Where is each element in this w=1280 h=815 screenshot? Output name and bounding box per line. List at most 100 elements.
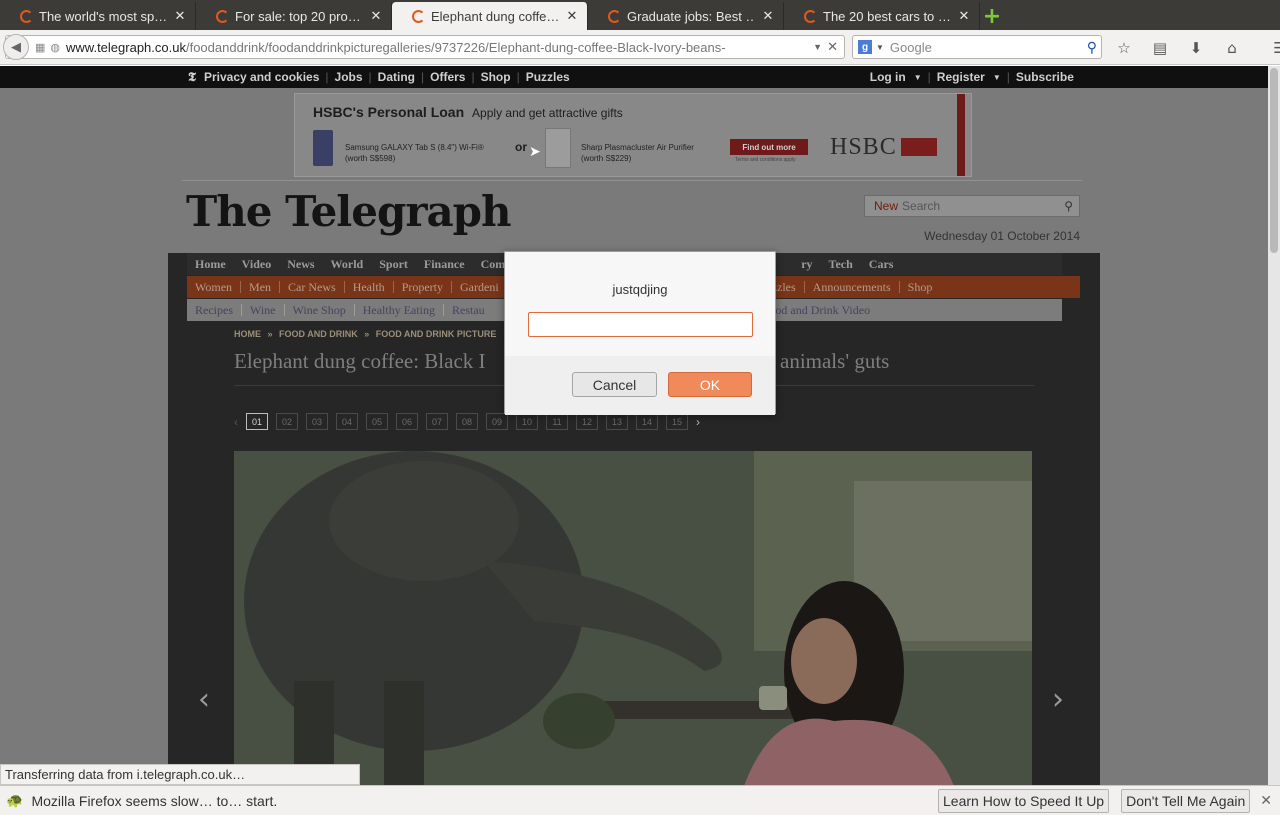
url-text[interactable]: www.telegraph.co.uk/foodanddrink/foodand…	[66, 40, 808, 55]
hsbc-ad-banner[interactable]: HSBC's Personal Loan Apply and get attra…	[294, 93, 972, 177]
site-search-icon[interactable]: ⚲	[1064, 199, 1073, 213]
menu-ry[interactable]: ry	[793, 257, 820, 272]
toplink-login[interactable]: Log in	[870, 70, 906, 84]
tab-close-icon[interactable]: ✕	[761, 8, 775, 24]
pager-next-icon[interactable]: ›	[696, 415, 700, 429]
tab-favicon-icon	[20, 9, 33, 23]
back-arrow-icon[interactable]: ◀	[3, 34, 29, 60]
breadcrumb-home[interactable]: HOME	[234, 329, 261, 339]
toplink-subscribe[interactable]: Subscribe	[1016, 70, 1074, 84]
toplink-puzzles[interactable]: Puzzles	[526, 70, 570, 84]
sub-healthy-eating[interactable]: Healthy Eating	[355, 303, 443, 318]
pager-prev-icon[interactable]: ‹	[234, 415, 238, 429]
browser-tab[interactable]: For sale: top 20 pro… ✕	[196, 2, 392, 30]
toplink-privacy[interactable]: Privacy and cookies	[204, 70, 319, 84]
engine-dropdown-icon[interactable]: ▼	[876, 43, 884, 52]
breadcrumb-food-drink[interactable]: FOOD AND DRINK	[279, 329, 358, 339]
home-icon[interactable]: ⌂	[1218, 34, 1246, 62]
dropdown-arrow-icon[interactable]: ▼	[813, 42, 822, 52]
status-bubble: Transferring data from i.telegraph.co.uk…	[0, 764, 360, 785]
search-bar[interactable]: g ▼ Google ⚲	[852, 35, 1102, 59]
register-dropdown-icon[interactable]: ▼	[993, 73, 1001, 82]
tab-bar: The world's most sp… ✕ For sale: top 20 p…	[0, 0, 1280, 30]
tab-close-icon[interactable]: ✕	[565, 8, 579, 24]
google-engine-icon[interactable]: g	[858, 40, 872, 54]
learn-speed-button[interactable]: Learn How to Speed It Up	[938, 788, 1110, 813]
browser-tab[interactable]: Graduate jobs: Best … ✕	[588, 2, 784, 30]
pager-page[interactable]: 10	[516, 413, 538, 430]
pager-page[interactable]: 12	[576, 413, 598, 430]
pager-page[interactable]: 15	[666, 413, 688, 430]
toplink-offers[interactable]: Offers	[430, 70, 465, 84]
prev-image-arrow-icon[interactable]: ‹	[198, 682, 210, 717]
tab-close-icon[interactable]: ✕	[173, 8, 187, 24]
menu-tech[interactable]: Tech	[821, 257, 861, 272]
gallery-photo[interactable]	[234, 451, 1032, 786]
sub-wine[interactable]: Wine	[242, 303, 284, 318]
section-health[interactable]: Health	[345, 280, 393, 295]
browser-tab[interactable]: The world's most sp… ✕	[0, 2, 196, 30]
new-tab-plus-icon[interactable]: +	[980, 2, 1004, 30]
pager-page[interactable]: 11	[546, 413, 568, 430]
pager-page[interactable]: 09	[486, 413, 508, 430]
reading-list-icon[interactable]: ▤	[1146, 34, 1174, 62]
section-women[interactable]: Women	[187, 280, 240, 295]
section-men[interactable]: Men	[241, 280, 279, 295]
menu-world[interactable]: World	[323, 257, 372, 272]
toplink-jobs[interactable]: Jobs	[335, 70, 363, 84]
download-icon[interactable]: ⬇	[1182, 34, 1210, 62]
toplink-dating[interactable]: Dating	[378, 70, 415, 84]
url-bar[interactable]: ◀ ▦ ◍ www.telegraph.co.uk/foodanddrink/f…	[3, 34, 845, 60]
hsbc-hexagon-icon	[901, 138, 937, 156]
scrollbar-thumb[interactable]	[1270, 68, 1278, 253]
login-dropdown-icon[interactable]: ▼	[914, 73, 922, 82]
cancel-button[interactable]: Cancel	[572, 372, 657, 397]
pager-page[interactable]: 02	[276, 413, 298, 430]
sub-restaurants[interactable]: Restau	[444, 303, 493, 318]
menu-cars[interactable]: Cars	[861, 257, 902, 272]
section-property[interactable]: Property	[394, 280, 451, 295]
page-identity-icon[interactable]: ▦	[35, 41, 45, 54]
toplink-register[interactable]: Register	[937, 70, 985, 84]
toplink-shop[interactable]: Shop	[481, 70, 511, 84]
menu-news[interactable]: News	[279, 257, 322, 272]
pager-page[interactable]: 03	[306, 413, 328, 430]
sub-wine-shop[interactable]: Wine Shop	[285, 303, 354, 318]
tab-close-icon[interactable]: ✕	[957, 8, 971, 24]
headline-end: animals' guts	[780, 349, 890, 373]
section-shop[interactable]: Shop	[900, 280, 941, 295]
browser-tab-active[interactable]: Elephant dung coffe… ✕	[392, 2, 588, 30]
pager-page[interactable]: 06	[396, 413, 418, 430]
section-car-news[interactable]: Car News	[280, 280, 344, 295]
page-scrollbar[interactable]	[1268, 66, 1280, 786]
notification-close-icon[interactable]: ✕	[1260, 792, 1272, 809]
menu-home[interactable]: Home	[187, 257, 234, 272]
menu-video[interactable]: Video	[234, 257, 280, 272]
stop-icon[interactable]: ✕	[827, 39, 838, 55]
dialog-text-input[interactable]	[528, 312, 753, 337]
pager-page[interactable]: 04	[336, 413, 358, 430]
pager-page[interactable]: 08	[456, 413, 478, 430]
telegraph-logo[interactable]: The Telegraph	[186, 187, 512, 236]
dont-tell-button[interactable]: Don't Tell Me Again	[1121, 788, 1251, 813]
site-search-input[interactable]: New Search ⚲	[864, 195, 1080, 217]
menu-icon[interactable]: ☰	[1266, 34, 1280, 62]
bookmark-star-icon[interactable]: ☆	[1110, 34, 1138, 62]
section-gardening[interactable]: Gardeni	[452, 280, 507, 295]
next-image-arrow-icon[interactable]: ›	[1052, 682, 1064, 717]
pager-page[interactable]: 13	[606, 413, 628, 430]
ad-cta-button[interactable]: Find out more	[730, 139, 808, 155]
magnifier-icon[interactable]: ⚲	[1087, 39, 1097, 56]
ok-button[interactable]: OK	[668, 372, 752, 397]
pager-page[interactable]: 07	[426, 413, 448, 430]
menu-sport[interactable]: Sport	[371, 257, 416, 272]
sub-recipes[interactable]: Recipes	[187, 303, 241, 318]
browser-tab[interactable]: The 20 best cars to … ✕	[784, 2, 980, 30]
breadcrumb-picture-galleries[interactable]: FOOD AND DRINK PICTURE	[376, 329, 497, 339]
pager-page[interactable]: 14	[636, 413, 658, 430]
tab-close-icon[interactable]: ✕	[369, 8, 383, 24]
menu-finance[interactable]: Finance	[416, 257, 473, 272]
section-announcements[interactable]: Announcements	[805, 280, 899, 295]
pager-page[interactable]: 05	[366, 413, 388, 430]
pager-page[interactable]: 01	[246, 413, 268, 430]
